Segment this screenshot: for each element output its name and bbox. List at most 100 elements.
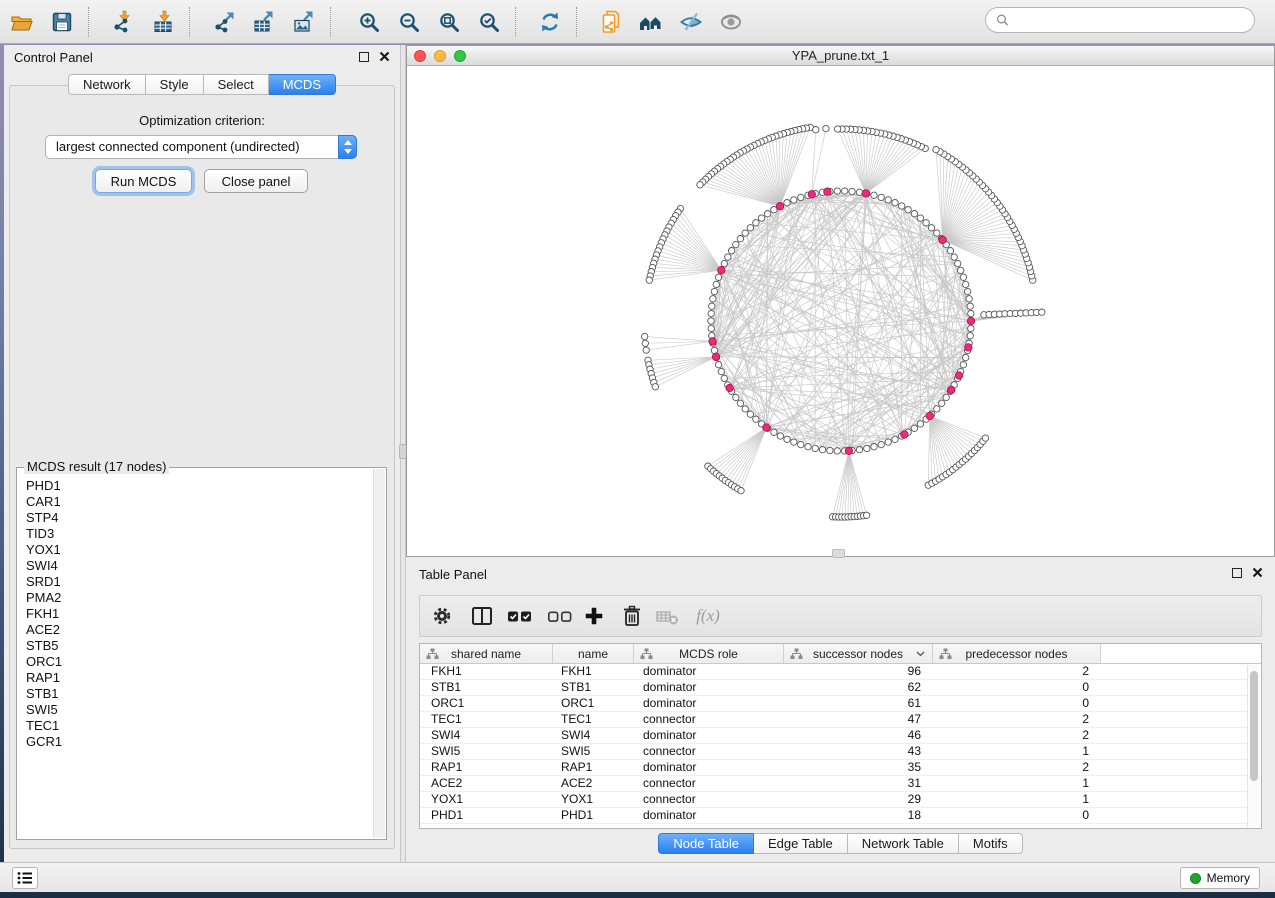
- mcds-result-item[interactable]: ACE2: [18, 622, 372, 638]
- mcds-result-item[interactable]: CAR1: [18, 494, 372, 510]
- run-mcds-button[interactable]: Run MCDS: [95, 169, 192, 193]
- mcds-result-item[interactable]: STB1: [18, 686, 372, 702]
- horizontal-splitter-handle[interactable]: [832, 549, 845, 558]
- delete-table-button[interactable]: [654, 600, 682, 632]
- table-row[interactable]: SWI5SWI5connector431: [420, 744, 1247, 760]
- network-graph[interactable]: [407, 66, 1274, 556]
- table-cell: RAP1: [420, 760, 553, 775]
- network-canvas[interactable]: [407, 66, 1274, 556]
- zoom-fit-button[interactable]: [429, 3, 469, 41]
- mcds-result-item[interactable]: ORC1: [18, 654, 372, 670]
- show-graphics-button[interactable]: [711, 3, 751, 41]
- mcds-result-group: MCDS result (17 nodes) PHD1CAR1STP4TID3Y…: [16, 467, 387, 840]
- optimization-criterion-select[interactable]: largest connected component (undirected): [45, 135, 357, 159]
- share-document-button[interactable]: [591, 3, 631, 41]
- table-row[interactable]: TEC1TEC1connector472: [420, 712, 1247, 728]
- table-row[interactable]: FKH1FKH1dominator962: [420, 664, 1247, 680]
- float-table-panel-icon[interactable]: [1232, 568, 1242, 578]
- export-table-button[interactable]: [244, 3, 284, 41]
- function-builder-button[interactable]: f(x): [688, 600, 728, 632]
- minimize-window-icon[interactable]: [434, 50, 446, 62]
- select-all-button[interactable]: [504, 600, 536, 632]
- mcds-result-item[interactable]: GCR1: [18, 734, 372, 750]
- mcds-result-item[interactable]: TID3: [18, 526, 372, 542]
- refresh-button[interactable]: [530, 3, 570, 41]
- export-network-button[interactable]: [204, 3, 244, 41]
- tab-motifs[interactable]: Motifs: [959, 833, 1023, 854]
- table-panel-title: Table Panel: [419, 567, 487, 582]
- table-cell: dominator: [634, 808, 784, 823]
- export-network-icon: [212, 10, 236, 34]
- hide-panels-button[interactable]: [671, 3, 711, 41]
- column-header-shared-name[interactable]: shared name: [420, 644, 553, 663]
- task-history-button[interactable]: [12, 867, 38, 889]
- export-image-button[interactable]: [284, 3, 324, 41]
- mcds-result-item[interactable]: YOX1: [18, 542, 372, 558]
- table-row[interactable]: ACE2ACE2connector311: [420, 776, 1247, 792]
- import-network-button[interactable]: [103, 3, 143, 41]
- tab-mcds[interactable]: MCDS: [269, 74, 336, 95]
- tab-select[interactable]: Select: [204, 74, 269, 95]
- mcds-tab-content: Optimization criterion: largest connecte…: [9, 85, 395, 849]
- column-header-predecessor-nodes[interactable]: predecessor nodes: [933, 644, 1101, 663]
- zoom-out-button[interactable]: [389, 3, 429, 41]
- mcds-result-item[interactable]: STB5: [18, 638, 372, 654]
- table-row[interactable]: ORC1ORC1dominator610: [420, 696, 1247, 712]
- toolbar-separator: [88, 7, 89, 37]
- tab-network[interactable]: Network: [68, 74, 146, 95]
- memory-button[interactable]: Memory: [1180, 867, 1260, 889]
- search-input[interactable]: [1015, 12, 1244, 28]
- table-scrollbar[interactable]: [1247, 665, 1260, 827]
- column-header-successor-nodes[interactable]: successor nodes: [784, 644, 933, 663]
- mcds-result-item[interactable]: TEC1: [18, 718, 372, 734]
- mcds-result-item[interactable]: SWI4: [18, 558, 372, 574]
- save-session-button[interactable]: [42, 3, 82, 41]
- maximize-window-icon[interactable]: [454, 50, 466, 62]
- table-row[interactable]: RAP1RAP1dominator352: [420, 760, 1247, 776]
- delete-selected-button[interactable]: [618, 600, 646, 632]
- close-window-icon[interactable]: [414, 50, 426, 62]
- mcds-result-list[interactable]: PHD1CAR1STP4TID3YOX1SWI4SRD1PMA2FKH1ACE2…: [18, 469, 372, 838]
- column-header-name[interactable]: name: [553, 644, 634, 663]
- mcds-result-item[interactable]: RAP1: [18, 670, 372, 686]
- mcds-result-item[interactable]: FKH1: [18, 606, 372, 622]
- tab-network-table[interactable]: Network Table: [848, 833, 959, 854]
- import-table-button[interactable]: [143, 3, 183, 41]
- network-titlebar[interactable]: YPA_prune.txt_1: [407, 46, 1274, 66]
- float-panel-icon[interactable]: [359, 52, 369, 62]
- zoom-in-button[interactable]: [349, 3, 389, 41]
- table-row[interactable]: STB1STB1dominator620: [420, 680, 1247, 696]
- table-cell: 35: [784, 760, 933, 775]
- export-table-icon: [252, 10, 276, 34]
- mcds-result-item[interactable]: STP4: [18, 510, 372, 526]
- houses-icon: [638, 10, 664, 34]
- scrollbar-thumb[interactable]: [1250, 671, 1258, 781]
- zoom-selected-button[interactable]: [469, 3, 509, 41]
- mcds-result-item[interactable]: SWI5: [18, 702, 372, 718]
- mcds-list-scrollbar[interactable]: [373, 469, 385, 838]
- column-header-MCDS-role[interactable]: MCDS role: [634, 644, 784, 663]
- table-cell: STB1: [420, 680, 553, 695]
- mcds-result-item[interactable]: PHD1: [18, 478, 372, 494]
- mcds-result-item[interactable]: SRD1: [18, 574, 372, 590]
- table-row[interactable]: SWI4SWI4dominator462: [420, 728, 1247, 744]
- tab-node-table[interactable]: Node Table: [658, 833, 754, 854]
- control-panel-title: Control Panel: [14, 50, 93, 65]
- close-panel-button[interactable]: Close panel: [204, 169, 308, 193]
- table-row[interactable]: YOX1YOX1connector291: [420, 792, 1247, 808]
- table-cell: 31: [784, 776, 933, 791]
- add-column-button[interactable]: [580, 600, 608, 632]
- tab-edge-table[interactable]: Edge Table: [754, 833, 848, 854]
- tab-style[interactable]: Style: [146, 74, 204, 95]
- close-panel-icon[interactable]: [379, 51, 390, 62]
- table-cell: 96: [784, 664, 933, 679]
- close-table-panel-icon[interactable]: [1252, 567, 1263, 578]
- open-browser-button[interactable]: [631, 3, 671, 41]
- table-row[interactable]: PHD1PHD1dominator180: [420, 808, 1247, 824]
- search-field[interactable]: [985, 7, 1255, 33]
- table-settings-button[interactable]: [428, 600, 456, 632]
- show-columns-button[interactable]: [468, 600, 496, 632]
- open-file-button[interactable]: [2, 3, 42, 41]
- unselect-all-button[interactable]: [544, 600, 576, 632]
- mcds-result-item[interactable]: PMA2: [18, 590, 372, 606]
